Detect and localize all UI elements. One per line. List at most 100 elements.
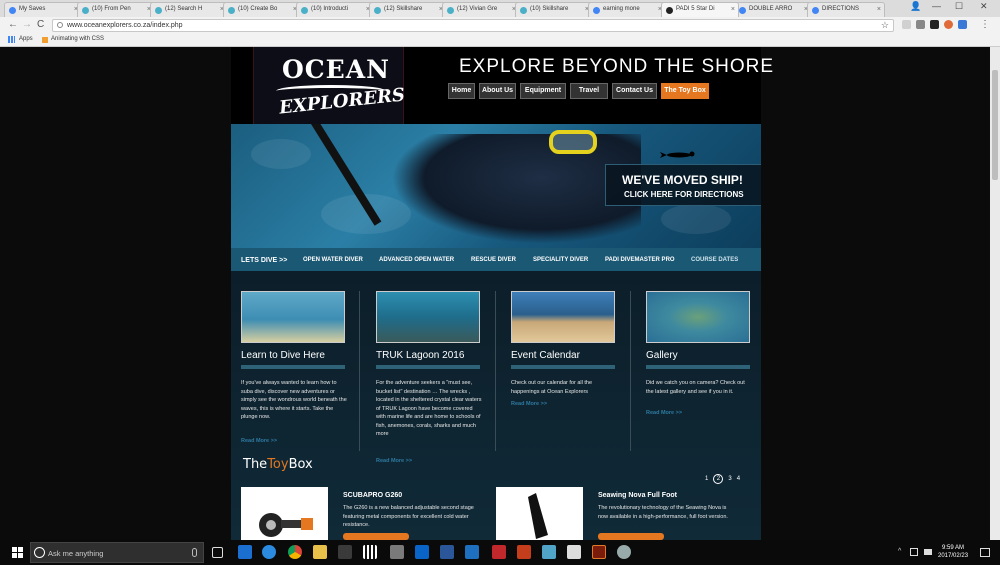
subnav-rescue-diver[interactable]: RESCUE DIVER <box>471 257 516 263</box>
word-icon[interactable] <box>440 545 454 559</box>
browser-tab[interactable]: (10) Create Bo × <box>223 2 301 17</box>
subnav-divemaster[interactable]: PADI DIVEMASTER PRO <box>605 257 675 263</box>
illustrator-icon[interactable] <box>592 545 606 559</box>
bookmark-apps[interactable]: Apps <box>19 36 33 42</box>
tray-caret-icon[interactable]: ^ <box>898 548 901 555</box>
ie-icon[interactable] <box>262 545 276 559</box>
close-window-button[interactable]: ✕ <box>980 1 988 12</box>
gallery-thumbnail[interactable] <box>646 291 750 343</box>
bookmark-animating-css[interactable]: Animating with CSS <box>51 36 104 42</box>
menu-home[interactable]: Home <box>448 83 475 99</box>
system-clock[interactable]: 9:59 AM 2017/02/23 <box>938 544 968 560</box>
read-more-link[interactable]: Read More >> <box>376 458 412 464</box>
subnav-lets-dive[interactable]: LETS DIVE >> <box>241 257 287 264</box>
profile-icon[interactable]: 👤 <box>910 1 921 12</box>
chrome-icon[interactable] <box>288 545 302 559</box>
microphone-icon[interactable] <box>192 548 197 557</box>
photos-icon[interactable] <box>390 545 404 559</box>
menu-travel[interactable]: Travel <box>570 83 608 99</box>
learn-dive-thumbnail[interactable] <box>241 291 345 343</box>
product-name[interactable]: Seawing Nova Full Foot <box>598 492 677 499</box>
battery-icon[interactable] <box>924 549 932 555</box>
extension-icon-5[interactable] <box>958 20 967 29</box>
browser-tab[interactable]: DOUBLE ARRO × <box>734 2 812 17</box>
cortana-search-box[interactable]: Ask me anything <box>30 542 204 563</box>
page-info-icon[interactable] <box>57 22 63 28</box>
reload-button[interactable]: C <box>37 19 44 30</box>
diver-silhouette-icon <box>660 151 695 158</box>
site-logo[interactable]: OCEAN EXPLORERS <box>253 47 406 124</box>
network-icon[interactable] <box>910 548 918 556</box>
hero-banner[interactable]: WE'VE MOVED SHIP! CLICK HERE FOR DIRECTI… <box>231 124 761 248</box>
outlook-icon[interactable] <box>415 545 429 559</box>
product-more-button[interactable] <box>598 533 664 540</box>
extension-icon-4[interactable] <box>944 20 953 29</box>
browser-tab[interactable]: DIRECTIONS × <box>807 2 885 17</box>
address-bar[interactable]: www.oceanexplorers.co.za/index.php ☆ <box>52 19 894 32</box>
browser-tab[interactable]: (12) Skillshare × <box>369 2 447 17</box>
extension-icon-1[interactable] <box>902 20 911 29</box>
read-more-link[interactable]: Read More >> <box>511 401 547 407</box>
store-icon[interactable] <box>338 545 352 559</box>
menu-equipment[interactable]: Equipment <box>520 83 566 99</box>
browser-tab[interactable]: (10) Skillshare × <box>515 2 593 17</box>
bookmark-star-icon[interactable]: ☆ <box>881 20 889 31</box>
powerpoint-icon[interactable] <box>517 545 531 559</box>
directions-link[interactable]: CLICK HERE FOR DIRECTIONS <box>624 190 744 199</box>
product-name[interactable]: SCUBAPRO G260 <box>343 492 402 499</box>
piano-app-icon[interactable] <box>363 545 377 559</box>
browser-tab[interactable]: (12) Vivian Gre × <box>442 2 520 17</box>
browser-tab[interactable]: earning mone × <box>588 2 666 17</box>
product-more-button[interactable] <box>343 533 409 540</box>
read-more-link[interactable]: Read More >> <box>646 410 682 416</box>
tab-close-icon[interactable]: × <box>877 6 881 13</box>
column-description: For the adventure seekers a "must see, b… <box>376 380 482 437</box>
read-more-link[interactable]: Read More >> <box>241 438 277 444</box>
browser-tab[interactable]: (10) Introducti × <box>296 2 374 17</box>
task-view-icon[interactable] <box>212 547 223 558</box>
mail-icon[interactable] <box>465 545 479 559</box>
subnav-speciality-diver[interactable]: SPECIALITY DIVER <box>533 257 588 263</box>
pager-2[interactable]: 2 <box>713 474 724 484</box>
calculator-icon[interactable] <box>567 545 581 559</box>
menu-toy-box[interactable]: The Toy Box <box>661 83 709 99</box>
menu-about-us[interactable]: About Us <box>479 83 516 99</box>
browser-tab[interactable]: My Saves × <box>4 2 82 17</box>
product-image-seawing[interactable] <box>496 487 583 540</box>
column-divider <box>241 365 345 369</box>
browser-tab[interactable]: (12) Search H × <box>150 2 228 17</box>
maximize-button[interactable]: ☐ <box>955 1 963 12</box>
fin-icon <box>528 493 548 539</box>
app-icon[interactable] <box>617 545 631 559</box>
forward-button[interactable]: → <box>22 19 32 30</box>
subnav-open-water[interactable]: OPEN WATER DIVER <box>303 257 363 263</box>
back-button[interactable]: ← <box>8 19 18 30</box>
apps-grid-icon[interactable] <box>8 36 15 43</box>
paint-icon[interactable] <box>542 545 556 559</box>
subnav-advanced-open-water[interactable]: ADVANCED OPEN WATER <box>379 257 454 263</box>
extension-icon-2[interactable] <box>916 20 925 29</box>
truk-lagoon-thumbnail[interactable] <box>376 291 480 343</box>
menu-contact-us[interactable]: Contact Us <box>612 83 657 99</box>
pager-1[interactable]: 1 <box>705 476 708 482</box>
tab-close-icon[interactable]: × <box>731 6 735 13</box>
scrollbar-thumb[interactable] <box>992 70 998 180</box>
browser-tab[interactable]: (10) From Pen × <box>77 2 155 17</box>
pager-3[interactable]: 3 <box>728 476 731 482</box>
browser-menu-icon[interactable]: ⋮ <box>980 19 990 30</box>
minimize-button[interactable]: — <box>932 1 941 11</box>
product-image-g260[interactable] <box>241 487 328 540</box>
subnav-course-dates[interactable]: COURSE DATES <box>691 257 738 263</box>
browser-tab[interactable]: PADI 5 Star Di × <box>661 2 739 17</box>
pager-4[interactable]: 4 <box>737 476 740 482</box>
column-description: Check out our calendar for all the happe… <box>511 380 593 395</box>
extension-icon-3[interactable] <box>930 20 939 29</box>
windows-start-icon[interactable] <box>12 547 23 558</box>
notifications-icon[interactable] <box>980 548 990 557</box>
acrobat-icon[interactable] <box>492 545 506 559</box>
edge-icon[interactable] <box>238 545 252 559</box>
moved-ship-banner[interactable]: WE'VE MOVED SHIP! CLICK HERE FOR DIRECTI… <box>605 164 761 206</box>
product-description: The G260 is a new balanced adjustable se… <box>343 505 474 528</box>
event-calendar-thumbnail[interactable] <box>511 291 615 343</box>
file-explorer-icon[interactable] <box>313 545 327 559</box>
